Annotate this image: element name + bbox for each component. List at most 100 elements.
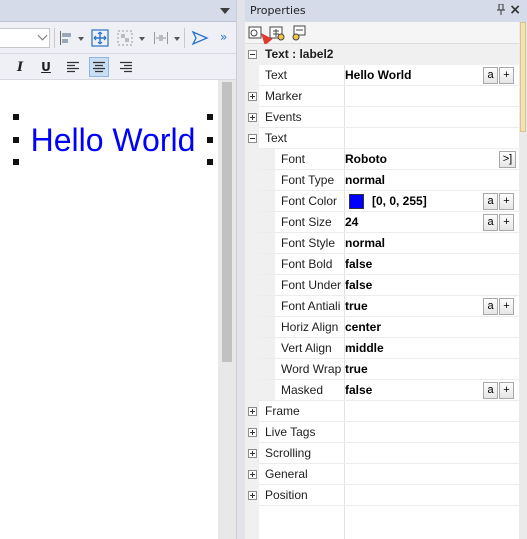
property-row-horiz-align[interactable]: Horiz Align center	[245, 317, 519, 338]
resize-handle[interactable]	[207, 114, 213, 120]
add-button[interactable]: +	[499, 193, 514, 210]
tag-button[interactable]: a	[483, 67, 498, 84]
add-button[interactable]: +	[499, 67, 514, 84]
property-value[interactable]: false	[345, 275, 372, 296]
property-value[interactable]: normal	[345, 233, 385, 254]
property-row-events[interactable]: Events	[245, 107, 519, 128]
expand-icon[interactable]	[248, 470, 257, 479]
distribute-icon[interactable]	[151, 28, 171, 48]
canvas-scrollbar[interactable]	[218, 80, 236, 539]
align-left-icon[interactable]	[56, 28, 76, 48]
tag-button[interactable]: a	[483, 298, 498, 315]
property-row-masked[interactable]: Masked false a +	[245, 380, 519, 401]
collapse-icon[interactable]	[248, 134, 257, 143]
property-name: Frame	[265, 404, 300, 418]
property-value[interactable]: true	[345, 359, 368, 380]
color-swatch[interactable]	[349, 194, 364, 209]
add-button[interactable]: +	[499, 214, 514, 231]
property-row-frame[interactable]: Frame	[245, 401, 519, 422]
property-row-vert-align[interactable]: Vert Align middle	[245, 338, 519, 359]
property-value[interactable]: Hello World	[345, 65, 411, 86]
property-row-font-underline[interactable]: Font Under false	[245, 275, 519, 296]
expand-icon[interactable]	[248, 407, 257, 416]
chevron-down-icon	[37, 30, 48, 41]
resize-handle[interactable]	[207, 159, 213, 165]
add-button[interactable]: +	[499, 298, 514, 315]
expand-icon[interactable]	[248, 428, 257, 437]
properties-title-bar: Properties ×	[245, 0, 527, 22]
links-view-icon[interactable]	[291, 25, 307, 41]
font-combo[interactable]	[0, 28, 50, 48]
expand-icon[interactable]	[248, 449, 257, 458]
property-name: Vert Align	[281, 341, 332, 355]
send-icon[interactable]	[190, 28, 210, 48]
property-value[interactable]: false	[345, 254, 372, 275]
property-value[interactable]: 24	[345, 212, 358, 233]
resize-handle[interactable]	[207, 137, 213, 143]
property-value[interactable]: [0, 0, 255]	[372, 191, 427, 212]
property-name: Events	[265, 110, 302, 124]
property-row-live-tags[interactable]: Live Tags	[245, 422, 519, 443]
chevron-down-icon[interactable]	[139, 37, 145, 41]
property-name: Font Color	[281, 194, 338, 208]
scrollbar-thumb[interactable]	[222, 82, 232, 362]
property-value[interactable]: true	[345, 296, 368, 317]
resize-handle[interactable]	[13, 159, 19, 165]
property-value[interactable]: Roboto	[345, 149, 387, 170]
property-row-scrolling[interactable]: Scrolling	[245, 443, 519, 464]
underline-icon[interactable]: U	[36, 57, 56, 77]
property-row-position[interactable]: Position	[245, 485, 519, 506]
resize-handle[interactable]	[13, 114, 19, 120]
chevron-down-icon[interactable]	[174, 37, 180, 41]
panel-title: Properties	[250, 4, 306, 17]
text-align-center-icon[interactable]	[89, 57, 109, 77]
property-row-font-antialias[interactable]: Font Antiali true a +	[245, 296, 519, 317]
pin-icon[interactable]	[497, 3, 505, 18]
property-row-font-color[interactable]: Font Color [0, 0, 255] a +	[245, 191, 519, 212]
property-row-font-type[interactable]: Font Type normal	[245, 170, 519, 191]
property-value[interactable]: middle	[345, 338, 384, 359]
tag-button[interactable]: a	[483, 214, 498, 231]
property-name: Scrolling	[265, 446, 312, 460]
panel-splitter[interactable]	[236, 0, 245, 539]
property-grid: Text : label2 Text Hello World a + Marke…	[245, 44, 519, 539]
property-value[interactable]: false	[345, 380, 372, 401]
property-row-font-style[interactable]: Font Style normal	[245, 233, 519, 254]
property-row-word-wrap[interactable]: Word Wrap true	[245, 359, 519, 380]
group-icon[interactable]	[115, 28, 135, 48]
text-align-left-icon[interactable]	[63, 57, 83, 77]
chevron-down-icon[interactable]	[220, 8, 230, 14]
italic-icon[interactable]: I	[10, 57, 30, 77]
resize-handle[interactable]	[13, 137, 19, 143]
browse-button[interactable]: >]	[499, 151, 516, 168]
properties-scrollbar[interactable]	[519, 22, 527, 539]
add-button[interactable]: +	[499, 382, 514, 399]
expand-icon[interactable]	[248, 113, 257, 122]
property-row-font[interactable]: Font Roboto >]	[245, 149, 519, 170]
scrollbar-thumb[interactable]	[520, 22, 526, 132]
property-row-font-bold[interactable]: Font Bold false	[245, 254, 519, 275]
tag-button[interactable]: a	[483, 382, 498, 399]
property-row-marker[interactable]: Marker	[245, 86, 519, 107]
expand-icon[interactable]	[248, 491, 257, 500]
collapse-icon[interactable]	[248, 50, 257, 59]
center-move-icon[interactable]	[90, 28, 110, 48]
property-value[interactable]: center	[345, 317, 381, 338]
property-name: Masked	[281, 383, 324, 397]
expand-icon[interactable]	[248, 92, 257, 101]
property-name: Font	[281, 152, 306, 166]
property-name: Font Antiali	[281, 299, 341, 313]
property-row-font-size[interactable]: Font Size 24 a +	[245, 212, 519, 233]
text-align-right-icon[interactable]	[116, 57, 136, 77]
property-value[interactable]: normal	[345, 170, 385, 191]
close-icon[interactable]: ×	[509, 2, 521, 18]
chevron-down-icon[interactable]	[78, 37, 84, 41]
overflow-chevron-icon[interactable]: »	[220, 30, 227, 44]
property-row-text[interactable]: Text Hello World a +	[245, 65, 519, 86]
property-name: Font Under	[281, 278, 342, 292]
property-row-text-group[interactable]: Text	[245, 128, 519, 149]
layout-toolbar: »	[0, 22, 236, 54]
property-row-general[interactable]: General	[245, 464, 519, 485]
tag-button[interactable]: a	[483, 193, 498, 210]
hello-world-label[interactable]: Hello World	[17, 117, 209, 163]
